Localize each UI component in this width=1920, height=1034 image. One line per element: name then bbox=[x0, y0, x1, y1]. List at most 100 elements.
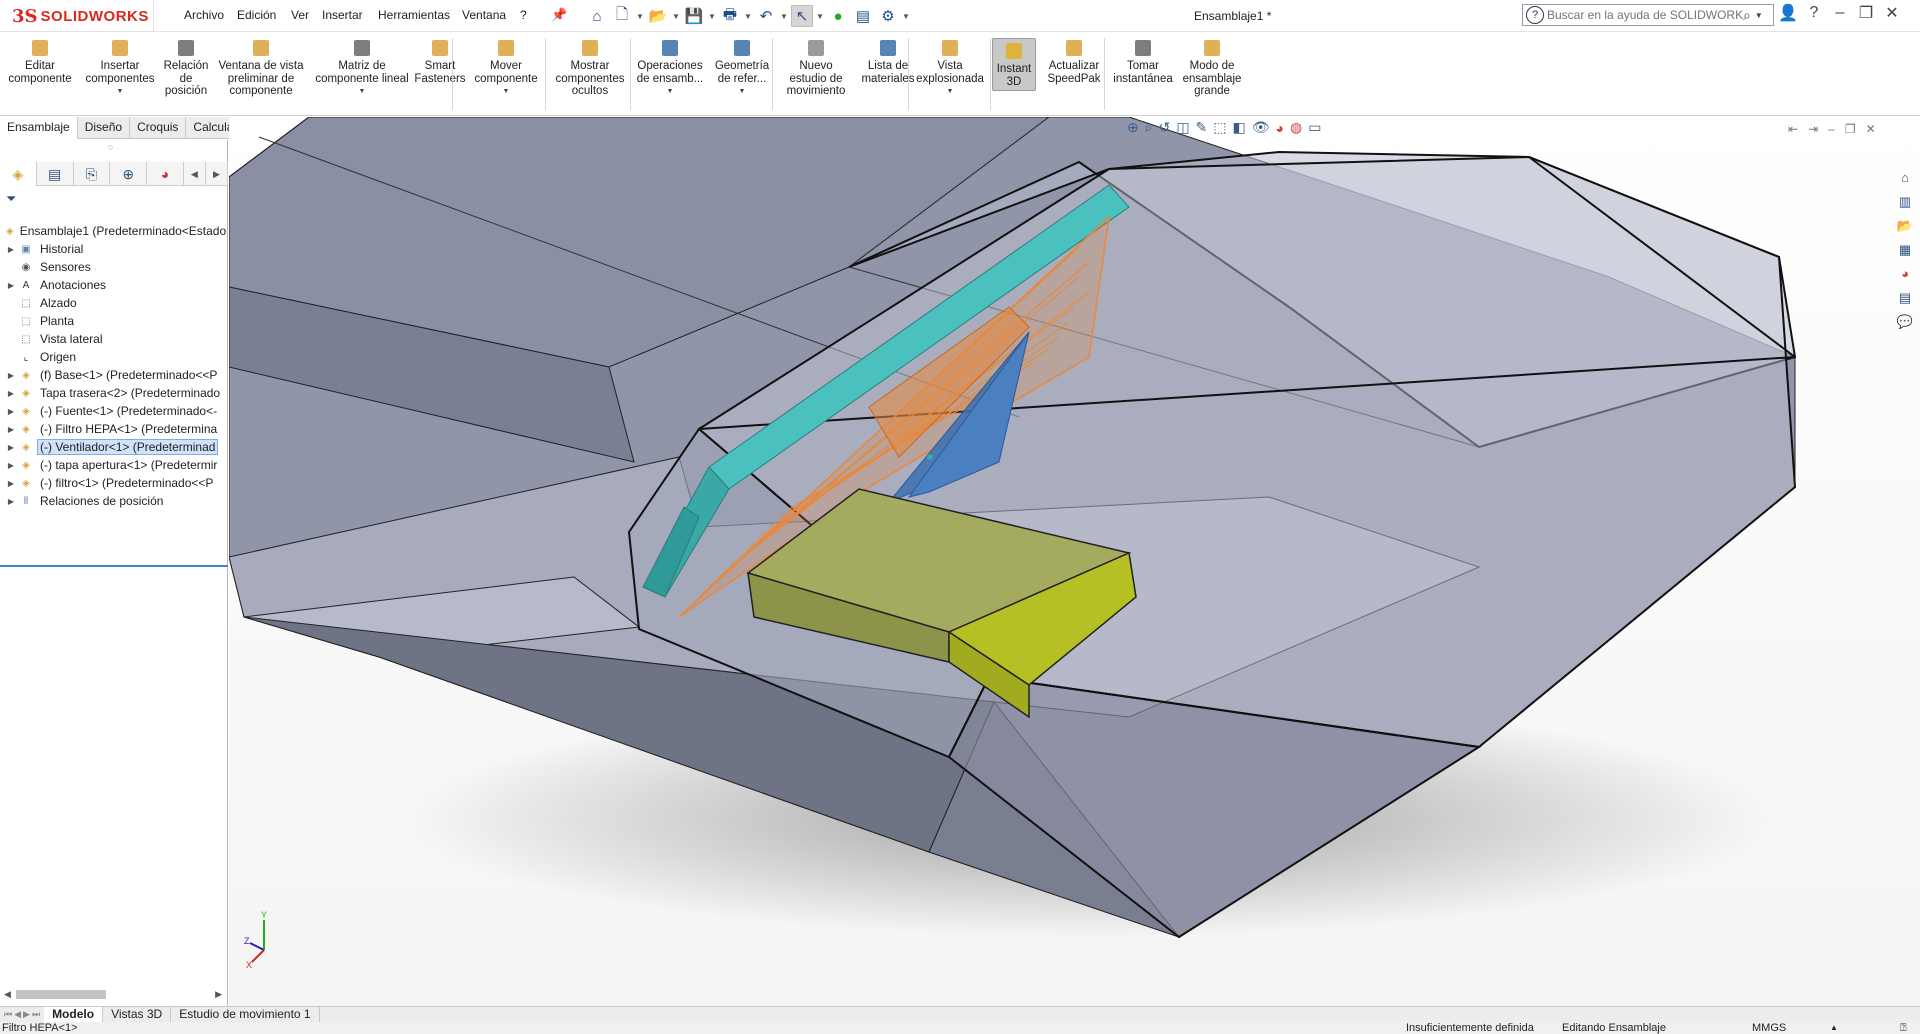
tree-item-planta[interactable]: ⬚ Planta bbox=[0, 312, 228, 330]
appearances-icon[interactable]: ◕ bbox=[1895, 266, 1915, 284]
tab-modelo[interactable]: Modelo bbox=[44, 1006, 104, 1023]
relacion-de-posicion-button[interactable]: Relación de posición bbox=[158, 38, 214, 98]
viewport-restore-icon[interactable]: ❐ bbox=[1845, 122, 1856, 136]
scroll-right-icon[interactable]: ▶ bbox=[215, 989, 222, 1000]
last-tab-icon[interactable]: ⏭ bbox=[32, 1009, 40, 1020]
instant-3d-button[interactable]: Instant 3D bbox=[992, 38, 1036, 91]
viewport-previous-icon[interactable]: ⇤ bbox=[1788, 122, 1798, 136]
filter-icon[interactable]: ⏷ bbox=[6, 191, 16, 207]
new-dropdown[interactable]: ▼ bbox=[636, 5, 644, 27]
tree-item-ventilador-1-predeterminad[interactable]: ▶ ◈ (-) Ventilador<1> (Predeterminad bbox=[0, 438, 228, 456]
expand-arrow-icon[interactable]: ▶ bbox=[4, 443, 18, 452]
help-icon[interactable]: ? bbox=[1804, 4, 1824, 22]
expand-arrow-icon[interactable]: ▶ bbox=[4, 497, 18, 506]
modo-ensamblaje-grande-button[interactable]: Modo de ensamblaje grande bbox=[1178, 38, 1246, 98]
tab-croquis[interactable]: Croquis bbox=[130, 117, 187, 139]
tab-dise-o[interactable]: Diseño bbox=[77, 117, 131, 139]
options-gear-icon[interactable]: ⚙ bbox=[877, 5, 899, 27]
edit-appearance-icon[interactable]: ◕ bbox=[1276, 120, 1284, 136]
geometria-referencia-dropdown-icon[interactable]: ▼ bbox=[739, 86, 746, 99]
print-icon[interactable]: 🖶 bbox=[719, 5, 741, 27]
display-style-icon[interactable]: ◧ bbox=[1233, 119, 1246, 136]
tree-item-f-base-1-predeterminado-p[interactable]: ▶ ◈ (f) Base<1> (Predeterminado<<P bbox=[0, 366, 228, 384]
search-icon[interactable]: ⌕ bbox=[1743, 7, 1751, 24]
undo-icon[interactable]: ↶ bbox=[755, 5, 777, 27]
actualizar-speedpak-button[interactable]: Actualizar SpeedPak bbox=[1043, 38, 1105, 85]
next-tab-icon[interactable]: ▶ bbox=[23, 1009, 30, 1020]
zoom-area-icon[interactable]: ⌕ bbox=[1145, 119, 1153, 136]
scroll-left-icon[interactable]: ◀ bbox=[4, 989, 11, 1000]
custom-properties-icon[interactable]: ▤ bbox=[1895, 290, 1915, 308]
vista-explosionada-button[interactable]: Vista explosionada ▼ bbox=[912, 38, 988, 99]
operaciones-ensamblaje-dropdown-icon[interactable]: ▼ bbox=[667, 86, 674, 99]
section-view-icon[interactable]: ◫ bbox=[1176, 119, 1189, 136]
print-dropdown[interactable]: ▼ bbox=[744, 5, 752, 27]
open-icon[interactable]: 📂 bbox=[647, 5, 669, 27]
select-dropdown[interactable]: ▼ bbox=[816, 5, 824, 27]
tree-root-assembly[interactable]: ◈ Ensamblaje1 (Predeterminado<Estado bbox=[0, 222, 228, 240]
search-dropdown-icon[interactable]: ▼ bbox=[1755, 11, 1763, 20]
view-settings-icon[interactable]: ▭ bbox=[1308, 119, 1321, 136]
matriz-componente-lineal-dropdown-icon[interactable]: ▼ bbox=[359, 86, 366, 99]
undo-dropdown[interactable]: ▼ bbox=[780, 5, 788, 27]
mover-componente-button[interactable]: Mover componente ▼ bbox=[468, 38, 544, 99]
status-units[interactable]: MMGS bbox=[1752, 1022, 1786, 1034]
menu-edicion[interactable]: Edición bbox=[237, 8, 276, 22]
expand-arrow-icon[interactable]: ▶ bbox=[4, 407, 18, 416]
operaciones-ensamblaje-button[interactable]: Operaciones de ensamb... ▼ bbox=[632, 38, 708, 99]
smart-fasteners-button[interactable]: Smart Fasteners bbox=[412, 38, 468, 85]
user-icon[interactable]: 👤 bbox=[1778, 3, 1798, 23]
prev-tab-icon[interactable]: ◀ bbox=[14, 1009, 21, 1020]
insertar-componentes-dropdown-icon[interactable]: ▼ bbox=[117, 86, 124, 99]
status-help-icon[interactable]: ⍰ bbox=[1900, 1022, 1907, 1034]
restore-icon[interactable]: ❐ bbox=[1856, 3, 1876, 23]
tree-item-filtro-1-predeterminado-p[interactable]: ▶ ◈ (-) filtro<1> (Predeterminado<<P bbox=[0, 474, 228, 492]
mover-componente-dropdown-icon[interactable]: ▼ bbox=[503, 86, 510, 99]
expand-arrow-icon[interactable]: ▶ bbox=[4, 245, 18, 254]
tab-vistas-3d[interactable]: Vistas 3D bbox=[103, 1006, 172, 1023]
apply-scene-icon[interactable]: ◍ bbox=[1290, 119, 1302, 136]
dimxpert-tab-icon[interactable]: ⊕ bbox=[110, 162, 148, 186]
home-icon[interactable]: ⌂ bbox=[586, 5, 608, 27]
minimize-icon[interactable]: – bbox=[1830, 4, 1850, 22]
zoom-to-fit-icon[interactable]: ⊕ bbox=[1127, 119, 1139, 136]
expand-arrow-icon[interactable]: ▶ bbox=[4, 461, 18, 470]
vista-explosionada-dropdown-icon[interactable]: ▼ bbox=[947, 86, 954, 99]
tab-estudio-movimiento[interactable]: Estudio de movimiento 1 bbox=[171, 1006, 320, 1023]
tree-item-tapa-apertura-1-predetermir[interactable]: ▶ ◈ (-) tapa apertura<1> (Predetermir bbox=[0, 456, 228, 474]
tree-item-vista-lateral[interactable]: ⬚ Vista lateral bbox=[0, 330, 228, 348]
expand-arrow-icon[interactable]: ▶ bbox=[4, 281, 18, 290]
menu-insertar[interactable]: Insertar bbox=[322, 8, 363, 22]
new-document-icon[interactable]: 🗋 bbox=[611, 5, 633, 27]
expand-arrow-icon[interactable]: ▶ bbox=[4, 425, 18, 434]
configuration-manager-tab-icon[interactable]: ⎘ bbox=[74, 162, 111, 186]
expand-arrow-icon[interactable]: ▶ bbox=[4, 479, 18, 488]
view-orientation-icon[interactable]: ⬚ bbox=[1213, 119, 1226, 136]
file-properties-icon[interactable]: ▤ bbox=[852, 5, 874, 27]
viewport-next-icon[interactable]: ⇥ bbox=[1808, 122, 1818, 136]
tree-item-relaciones-de-posici-n[interactable]: ▶ ⫴ Relaciones de posición bbox=[0, 492, 228, 510]
scrollbar-thumb[interactable] bbox=[16, 990, 106, 999]
expand-arrow-icon[interactable]: ▶ bbox=[4, 389, 18, 398]
view-palette-icon[interactable]: ▦ bbox=[1895, 242, 1915, 260]
help-search-input[interactable] bbox=[1547, 8, 1743, 22]
nuevo-estudio-movimiento-button[interactable]: Nuevo estudio de movimiento bbox=[776, 38, 856, 98]
rollback-bar[interactable] bbox=[0, 565, 228, 567]
feature-tree-tab-icon[interactable]: ◈ bbox=[0, 162, 37, 186]
display-manager-tab-icon[interactable]: ◕ bbox=[147, 162, 184, 186]
lista-materiales-button[interactable]: Lista de materiales bbox=[858, 38, 918, 85]
save-dropdown[interactable]: ▼ bbox=[708, 5, 716, 27]
viewport-close-icon[interactable]: ✕ bbox=[1866, 122, 1876, 136]
tree-item-tapa-trasera-2-predeterminad[interactable]: ▶ ◈ Tapa trasera<2> (Predeterminado bbox=[0, 384, 228, 402]
units-dropdown-icon[interactable]: ▲ bbox=[1830, 1022, 1838, 1034]
panel-splitter-handle[interactable]: ○ bbox=[108, 142, 113, 152]
previous-view-icon[interactable]: ↺ bbox=[1159, 119, 1171, 136]
tree-item-alzado[interactable]: ⬚ Alzado bbox=[0, 294, 228, 312]
solidworks-resources-icon[interactable]: ⌂ bbox=[1895, 170, 1915, 188]
options-dropdown[interactable]: ▼ bbox=[902, 5, 910, 27]
menu-ventana[interactable]: Ventana bbox=[462, 8, 506, 22]
solidworks-logo[interactable]: 3S SOLIDWORKS bbox=[4, 1, 154, 31]
close-icon[interactable]: ✕ bbox=[1882, 3, 1902, 23]
matriz-componente-lineal-button[interactable]: Matriz de componente lineal ▼ bbox=[306, 38, 418, 99]
mostrar-componentes-ocultos-button[interactable]: Mostrar componentes ocultos bbox=[548, 38, 632, 98]
